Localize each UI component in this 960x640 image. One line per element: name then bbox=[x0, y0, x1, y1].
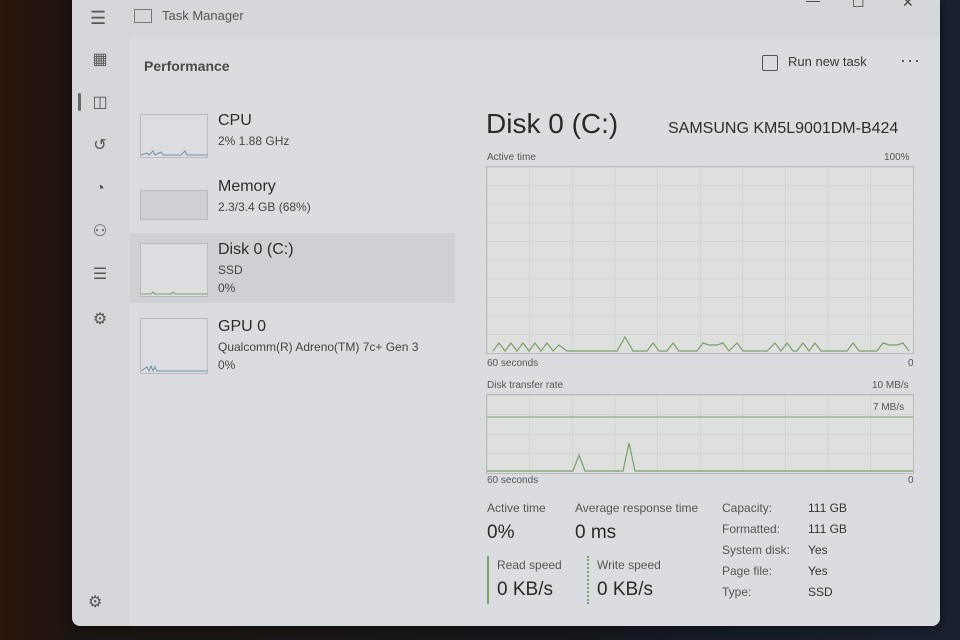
sidebar-item-sub: Qualcomm(R) Adreno(TM) 7c+ Gen 3 bbox=[218, 340, 419, 354]
minimize-icon[interactable]: — bbox=[806, 0, 820, 8]
performance-icon[interactable]: ◫ bbox=[90, 93, 110, 113]
read-speed-label: Read speed bbox=[497, 558, 562, 572]
sidebar-item-sub: 0% bbox=[218, 281, 236, 295]
prop-key: Page file: bbox=[722, 564, 773, 578]
task-manager-app-icon bbox=[134, 9, 152, 23]
users-icon[interactable]: ⚇ bbox=[90, 222, 110, 242]
cpu-thumbnail-line bbox=[140, 150, 207, 156]
app-title: Task Manager bbox=[162, 8, 244, 23]
details-icon[interactable]: ☰ bbox=[90, 265, 110, 285]
active-time-graph-svg bbox=[487, 167, 913, 353]
prop-key: Capacity: bbox=[722, 501, 773, 515]
sidebar-item-sub: 0% bbox=[218, 358, 236, 372]
maximize-icon[interactable]: ☐ bbox=[852, 0, 865, 11]
main-pane: Performance Run new task ··· CPU 2% 1.88… bbox=[130, 38, 940, 626]
prop-value: Yes bbox=[808, 543, 828, 557]
sidebar-item-label: CPU bbox=[218, 112, 252, 129]
more-options-button[interactable]: ··· bbox=[900, 50, 921, 71]
sidebar-item-cpu[interactable]: CPU 2% 1.88 GHz bbox=[130, 108, 455, 178]
transfer-graph-label: Disk transfer rate bbox=[487, 380, 564, 391]
sidebar-item-disk[interactable]: Disk 0 (C:) SSD 0% bbox=[130, 233, 455, 303]
transfer-rate-graph bbox=[486, 394, 914, 474]
prop-value: 111 GB bbox=[808, 522, 847, 536]
disk-thumbnail-graph bbox=[140, 243, 208, 297]
task-manager-window: ☰ Task Manager — ☐ ✕ ▦ ◫ ↺ ◔ ⚇ ☰ ⚙ ⚙ Per… bbox=[72, 0, 940, 626]
transfer-graph-max: 10 MB/s bbox=[872, 380, 909, 391]
close-icon[interactable]: ✕ bbox=[902, 0, 914, 11]
run-task-icon bbox=[762, 55, 778, 71]
prop-value: Yes bbox=[808, 564, 828, 578]
sidebar-item-gpu[interactable]: GPU 0 Qualcomm(R) Adreno(TM) 7c+ Gen 3 0… bbox=[130, 314, 455, 384]
active-time-label: Active time bbox=[487, 501, 546, 515]
detail-title: Disk 0 (C:) bbox=[486, 108, 619, 139]
avg-response-label: Average response time bbox=[575, 501, 699, 515]
services-icon[interactable]: ⚙ bbox=[90, 310, 110, 330]
gpu-thumbnail-graph bbox=[140, 318, 208, 374]
disk-model: SAMSUNG KM5L9001DM-B424 bbox=[668, 120, 899, 137]
prop-key: Formatted: bbox=[722, 522, 781, 536]
active-time-x-left: 60 seconds bbox=[487, 358, 539, 369]
cpu-thumbnail-graph bbox=[140, 114, 208, 158]
active-time-x-right: 0 bbox=[908, 358, 914, 369]
gpu-thumbnail-line bbox=[140, 364, 207, 373]
prop-value: 111 GB bbox=[808, 501, 847, 515]
sidebar-item-label: GPU 0 bbox=[218, 318, 267, 335]
transfer-rate-graph-svg bbox=[487, 395, 913, 473]
read-speed-value: 0 KB/s bbox=[497, 579, 553, 600]
prop-value: SSD bbox=[808, 585, 833, 599]
page-title: Performance bbox=[144, 58, 230, 74]
transfer-x-right: 0 bbox=[908, 475, 914, 486]
sidebar-item-label: Memory bbox=[218, 178, 276, 195]
disk-thumbnail-line bbox=[141, 291, 207, 295]
sidebar-item-sub: SSD bbox=[218, 263, 243, 277]
memory-thumbnail-graph bbox=[140, 190, 208, 220]
prop-key: System disk: bbox=[722, 543, 791, 557]
active-time-graph-label: Active time bbox=[487, 152, 536, 163]
active-time-graph bbox=[486, 166, 914, 354]
nav-active-indicator bbox=[78, 93, 81, 111]
menu-icon[interactable]: ☰ bbox=[90, 8, 106, 29]
avg-response-value: 0 ms bbox=[575, 522, 617, 543]
read-speed-marker bbox=[487, 556, 489, 604]
sidebar-item-sub: 2.3/3.4 GB (68%) bbox=[218, 200, 311, 214]
title-bar: ☰ Task Manager — ☐ ✕ bbox=[72, 0, 940, 34]
prop-key: Type: bbox=[722, 585, 752, 599]
sidebar-item-label: Disk 0 (C:) bbox=[218, 241, 294, 258]
app-history-icon[interactable]: ↺ bbox=[90, 136, 110, 156]
active-time-value: 0% bbox=[487, 522, 515, 543]
sidebar-item-sub: 2% 1.88 GHz bbox=[218, 134, 290, 148]
write-speed-marker bbox=[587, 556, 589, 604]
transfer-graph-mid: 7 MB/s bbox=[873, 402, 905, 413]
write-speed-label: Write speed bbox=[597, 558, 661, 572]
settings-icon[interactable]: ⚙ bbox=[88, 592, 102, 612]
startup-icon[interactable]: ◔ bbox=[90, 179, 110, 199]
write-speed-value: 0 KB/s bbox=[597, 579, 653, 600]
transfer-x-left: 60 seconds bbox=[487, 475, 539, 486]
active-time-graph-max: 100% bbox=[884, 152, 910, 163]
processes-icon[interactable]: ▦ bbox=[90, 50, 110, 70]
run-new-task-button[interactable]: Run new task bbox=[762, 54, 867, 71]
